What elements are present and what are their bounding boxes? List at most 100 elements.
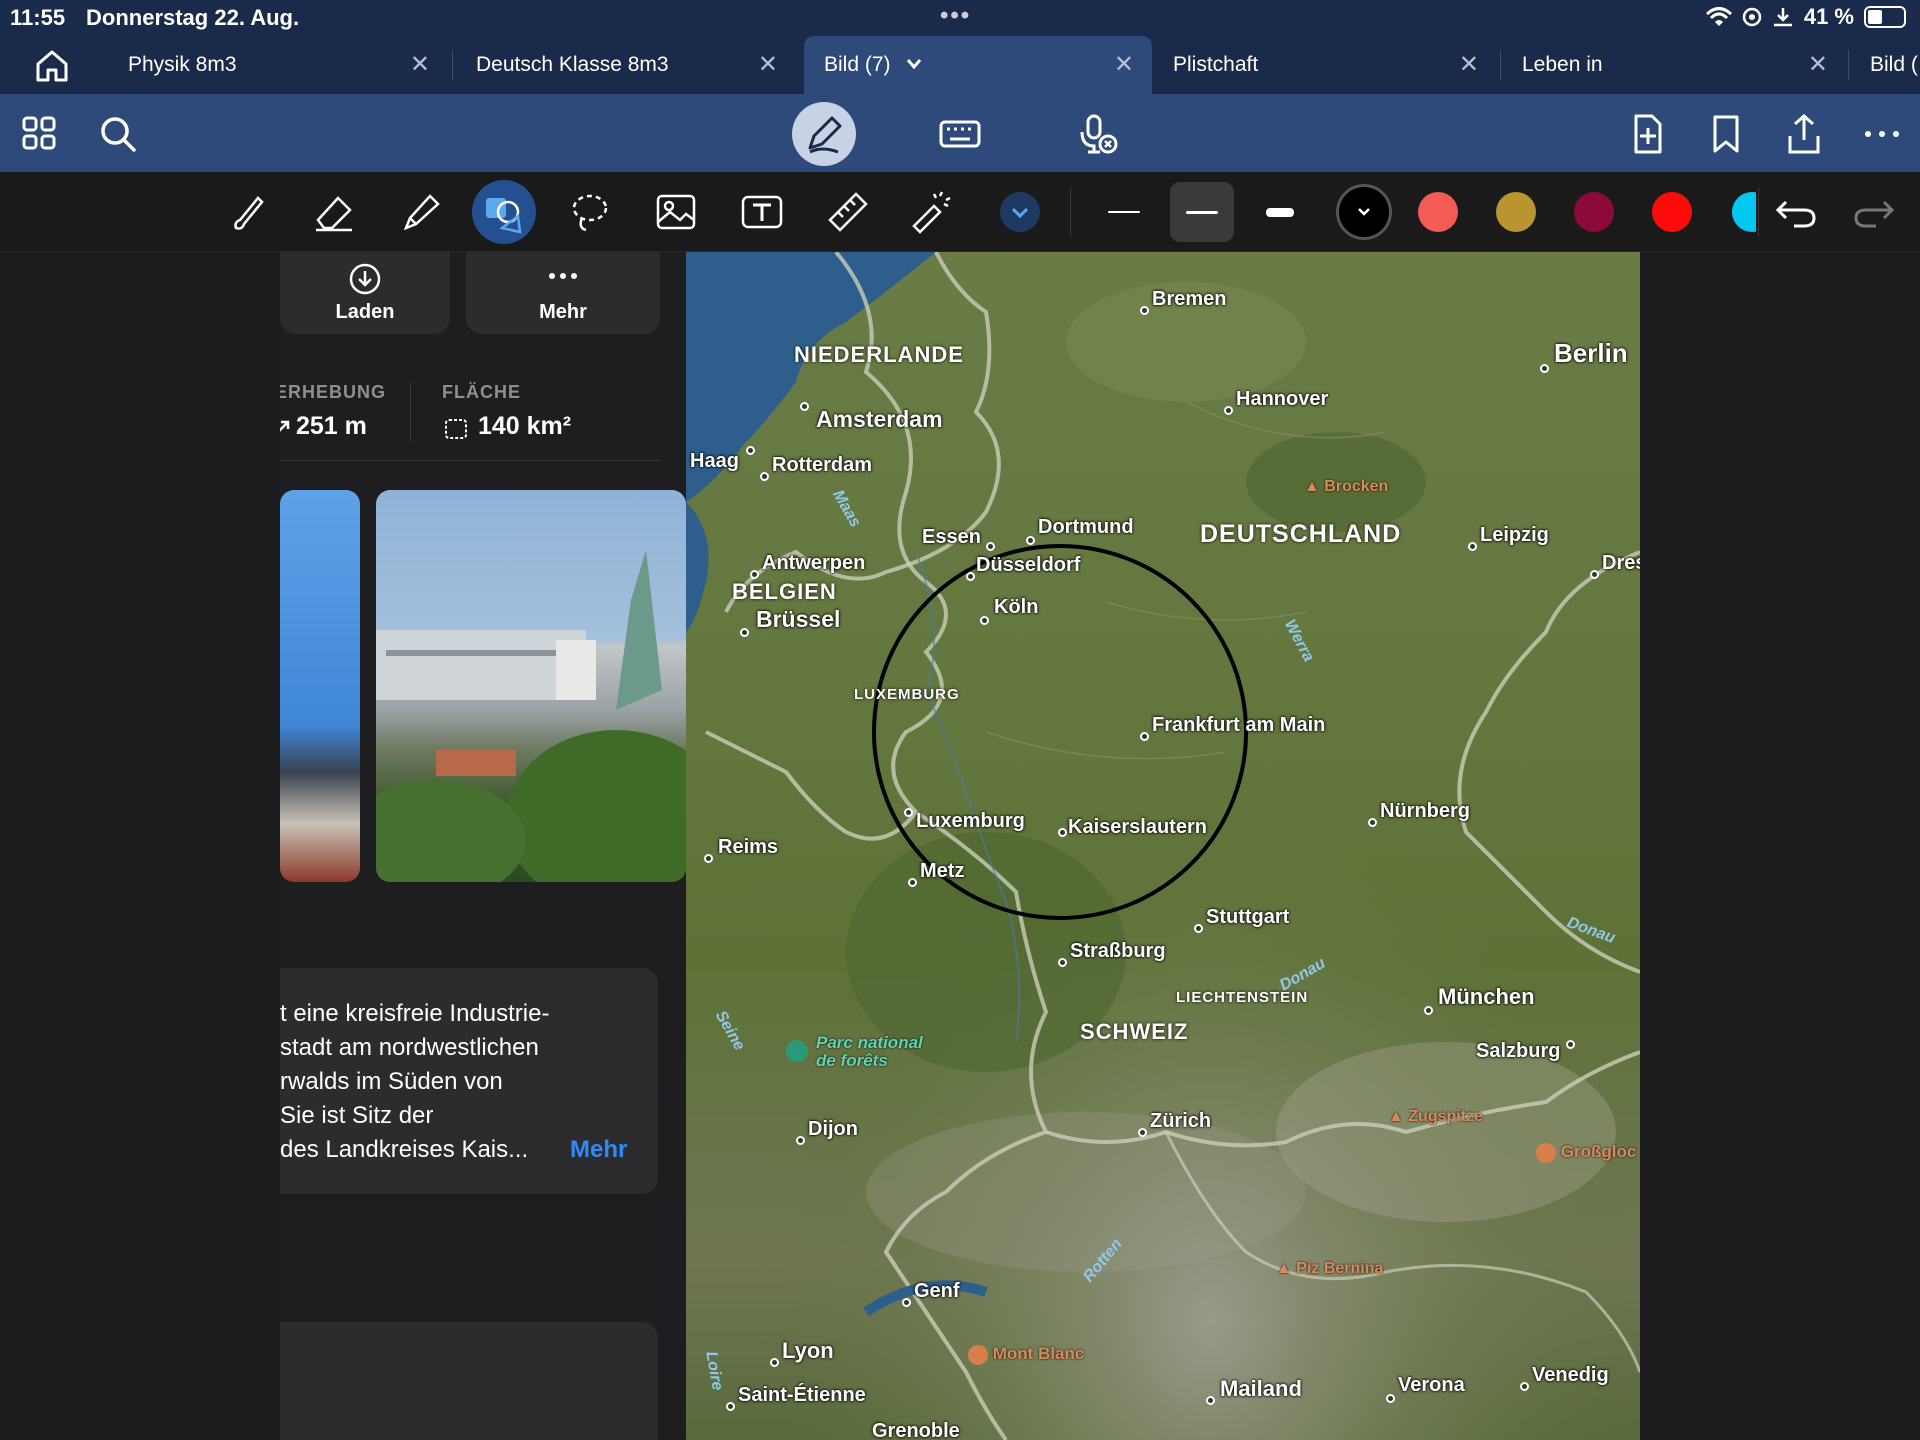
color-swatch-maroon[interactable] <box>1574 192 1614 232</box>
country-label: NIEDERLANDE <box>794 342 964 367</box>
eraser-tool[interactable] <box>310 188 358 236</box>
tab-plistchaft[interactable]: Plistchaft ✕ <box>1153 36 1497 94</box>
text-tool[interactable] <box>738 188 786 236</box>
keyboard-button[interactable] <box>938 112 982 156</box>
document-canvas[interactable]: Laden Mehr ERHEBUNG 251 m FLÄCHE 140 km² <box>0 252 1920 1440</box>
stroke-medium[interactable] <box>1170 182 1234 242</box>
city-label: Frankfurt am Main <box>1152 714 1326 736</box>
close-icon[interactable]: ✕ <box>1114 50 1134 79</box>
search-button[interactable] <box>96 112 140 156</box>
redo-button[interactable] <box>1850 188 1898 236</box>
laser-pointer-tool[interactable] <box>906 188 954 236</box>
city-marker[interactable] <box>1224 406 1233 415</box>
city-marker[interactable] <box>966 572 975 581</box>
color-swatch-salmon[interactable] <box>1418 192 1458 232</box>
city-marker[interactable] <box>1468 542 1477 551</box>
close-icon[interactable]: ✕ <box>1808 50 1828 79</box>
tab-label: Plistchaft <box>1173 53 1259 76</box>
color-swatch-cyan[interactable] <box>1732 192 1756 232</box>
tab-bild-7[interactable]: Bild (7) ✕ <box>804 36 1152 94</box>
more-button[interactable] <box>1860 112 1904 156</box>
city-marker[interactable] <box>1540 364 1549 373</box>
add-page-button[interactable] <box>1626 112 1670 156</box>
city-marker[interactable] <box>746 446 755 455</box>
close-icon[interactable]: ✕ <box>1459 50 1479 79</box>
share-button[interactable] <box>1782 112 1826 156</box>
chevron-down-icon[interactable] <box>906 58 922 70</box>
city-marker[interactable] <box>726 1402 735 1411</box>
dictation-button[interactable] <box>1076 112 1120 156</box>
color-swatch-red[interactable] <box>1652 192 1692 232</box>
stroke-thick[interactable] <box>1248 182 1312 242</box>
home-button[interactable] <box>32 48 72 84</box>
brush-tool[interactable] <box>224 188 272 236</box>
city-marker[interactable] <box>1140 306 1149 315</box>
city-marker[interactable] <box>760 472 769 481</box>
city-marker[interactable] <box>1590 570 1599 579</box>
city-marker[interactable] <box>902 1298 911 1307</box>
city-marker[interactable] <box>980 616 989 625</box>
description-card: t eine kreisfreie Industrie- stadt am no… <box>280 968 658 1194</box>
city-marker[interactable] <box>908 878 917 887</box>
city-marker[interactable] <box>750 570 759 579</box>
more-actions-button[interactable]: Mehr <box>466 252 660 334</box>
city-marker[interactable] <box>1206 1396 1215 1405</box>
satellite-map[interactable]: NIEDERLANDE DEUTSCHLAND BELGIEN LUXEMBUR… <box>686 252 1640 1440</box>
city-marker[interactable] <box>1058 958 1067 967</box>
pen-mode-button[interactable] <box>792 102 856 166</box>
tool-options-button[interactable] <box>1000 192 1040 232</box>
location-lock-icon <box>1742 7 1762 27</box>
color-swatch-cyan-clip <box>1730 192 1756 232</box>
load-label: Laden <box>335 301 395 323</box>
city-marker[interactable] <box>800 402 809 411</box>
city-label: Luxemburg <box>916 810 1025 832</box>
tab-physik[interactable]: Physik 8m3 ✕ <box>108 36 448 94</box>
ellipsis-icon <box>549 273 577 279</box>
tab-leben-in[interactable]: Leben in ✕ <box>1502 36 1846 94</box>
status-date: Donnerstag 22. Aug. <box>86 5 300 30</box>
city-marker[interactable] <box>1140 732 1149 741</box>
close-icon[interactable]: ✕ <box>410 50 430 79</box>
highlighter-tool[interactable] <box>396 188 444 236</box>
city-marker[interactable] <box>1368 818 1377 827</box>
city-marker[interactable] <box>1424 1006 1433 1015</box>
stroke-thin[interactable] <box>1092 182 1156 242</box>
city-marker[interactable] <box>770 1358 779 1367</box>
shape-tool[interactable] <box>472 180 536 244</box>
city-marker[interactable] <box>986 542 995 551</box>
city-marker[interactable] <box>1058 828 1067 837</box>
tab-bild-overflow[interactable]: Bild ( <box>1850 36 1920 94</box>
color-swatch-black[interactable] <box>1336 184 1392 240</box>
city-label: Amsterdam <box>816 406 943 432</box>
city-marker[interactable] <box>740 628 749 637</box>
bookmark-button[interactable] <box>1704 112 1748 156</box>
lasso-tool[interactable] <box>566 188 614 236</box>
city-marker[interactable] <box>796 1136 805 1145</box>
ruler-tool[interactable] <box>824 188 872 236</box>
color-swatch-gold[interactable] <box>1496 192 1536 232</box>
park-label-line: de forêts <box>816 1051 888 1070</box>
place-photo[interactable] <box>280 490 360 882</box>
city-marker[interactable] <box>904 808 913 817</box>
city-marker[interactable] <box>1026 536 1035 545</box>
city-marker[interactable] <box>704 854 713 863</box>
tab-deutsch[interactable]: Deutsch Klasse 8m3 ✕ <box>456 36 796 94</box>
city-marker[interactable] <box>1566 1040 1575 1049</box>
city-marker[interactable] <box>1386 1394 1395 1403</box>
canvas-margin-right <box>1640 252 1920 1440</box>
grid-icon <box>22 116 56 150</box>
description-more-link[interactable]: Mehr <box>570 1136 627 1164</box>
park-label: Parc national de forêts <box>816 1034 923 1070</box>
undo-button[interactable] <box>1772 188 1820 236</box>
close-icon[interactable]: ✕ <box>758 50 778 79</box>
city-marker[interactable] <box>1194 924 1203 933</box>
pen-icon <box>808 116 842 154</box>
multitask-dots-icon[interactable]: ••• <box>940 2 971 30</box>
search-icon <box>101 117 136 152</box>
city-marker[interactable] <box>1520 1382 1529 1391</box>
grid-button[interactable] <box>18 112 62 156</box>
load-button[interactable]: Laden <box>280 252 450 334</box>
image-tool[interactable] <box>652 188 700 236</box>
place-photo[interactable] <box>376 490 686 882</box>
city-marker[interactable] <box>1138 1128 1147 1137</box>
